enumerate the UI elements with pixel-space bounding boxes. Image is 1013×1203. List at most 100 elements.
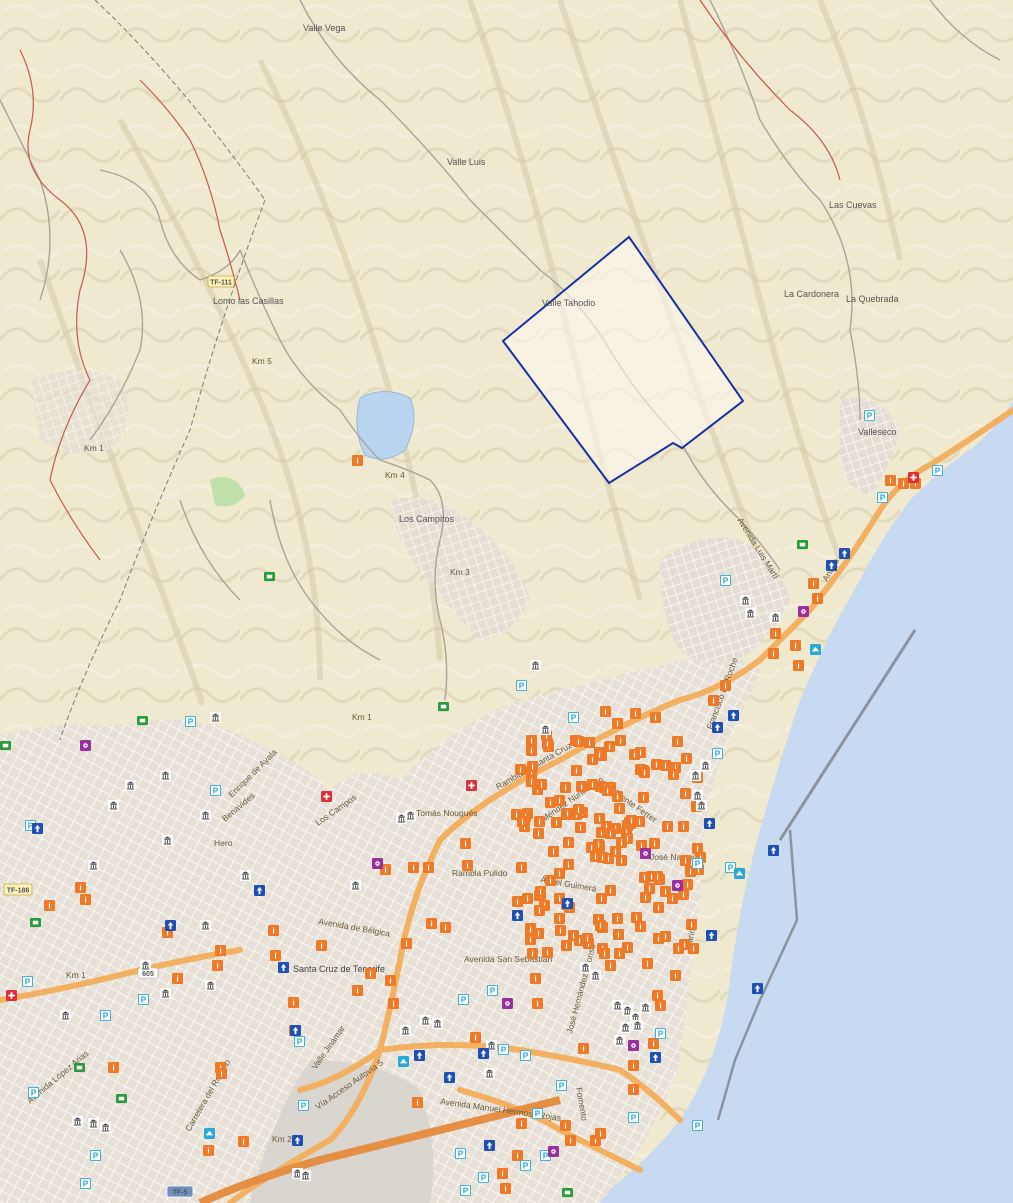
- parking-icon[interactable]: [294, 1036, 305, 1047]
- tourism-icon[interactable]: [562, 808, 573, 819]
- tourism-icon[interactable]: [575, 822, 586, 833]
- police-icon[interactable]: [752, 983, 763, 994]
- museum-icon[interactable]: [740, 595, 751, 606]
- tourism-icon[interactable]: [203, 1145, 214, 1156]
- tourism-icon[interactable]: [352, 985, 363, 996]
- police-icon[interactable]: [484, 1140, 495, 1151]
- tourism-icon[interactable]: [212, 960, 223, 971]
- parking-icon[interactable]: [556, 1080, 567, 1091]
- tourism-icon[interactable]: [605, 828, 616, 839]
- police-icon[interactable]: [768, 845, 779, 856]
- museum-icon[interactable]: [140, 960, 151, 971]
- tourism-icon[interactable]: [515, 764, 526, 775]
- tourism-icon[interactable]: [768, 648, 779, 659]
- tourism-icon[interactable]: [610, 846, 621, 857]
- tourism-icon[interactable]: [604, 741, 615, 752]
- police-icon[interactable]: [165, 920, 176, 931]
- hospital-icon[interactable]: [466, 780, 477, 791]
- museum-icon[interactable]: [770, 612, 781, 623]
- tourism-icon[interactable]: [573, 736, 584, 747]
- tourism-icon[interactable]: [526, 776, 537, 787]
- parking-icon[interactable]: [22, 976, 33, 987]
- bus-stop-icon[interactable]: [0, 741, 11, 751]
- tourism-icon[interactable]: [352, 455, 363, 466]
- tourism-icon[interactable]: [565, 1135, 576, 1146]
- tourism-icon[interactable]: [522, 893, 533, 904]
- museum-icon[interactable]: [540, 724, 551, 735]
- tourism-icon[interactable]: [639, 767, 650, 778]
- tourism-icon[interactable]: [526, 745, 537, 756]
- tourism-icon[interactable]: [527, 948, 538, 959]
- parking-icon[interactable]: [100, 1010, 111, 1021]
- tourism-icon[interactable]: [535, 886, 546, 897]
- tourism-icon[interactable]: [75, 882, 86, 893]
- tourism-icon[interactable]: [885, 475, 896, 486]
- tourism-icon[interactable]: [770, 628, 781, 639]
- tourism-icon[interactable]: [388, 998, 399, 1009]
- tourism-icon[interactable]: [526, 735, 537, 746]
- tourism-icon[interactable]: [516, 862, 527, 873]
- bus-stop-icon[interactable]: [438, 702, 449, 712]
- tourism-icon[interactable]: [613, 929, 624, 940]
- museum-icon[interactable]: [640, 1002, 651, 1013]
- tourism-icon[interactable]: [630, 708, 641, 719]
- tourism-icon[interactable]: [626, 815, 637, 826]
- tourism-icon[interactable]: [542, 947, 553, 958]
- museum-icon[interactable]: [590, 970, 601, 981]
- tourism-icon[interactable]: [576, 781, 587, 792]
- viewpoint-icon[interactable]: [640, 848, 651, 859]
- tourism-icon[interactable]: [595, 1128, 606, 1139]
- museum-icon[interactable]: [300, 1170, 311, 1181]
- museum-icon[interactable]: [160, 988, 171, 999]
- viewpoint-icon[interactable]: [548, 1146, 559, 1157]
- parking-icon[interactable]: [712, 748, 723, 759]
- museum-icon[interactable]: [420, 1015, 431, 1026]
- tourism-icon[interactable]: [44, 900, 55, 911]
- tourism-icon[interactable]: [668, 769, 679, 780]
- tourism-icon[interactable]: [440, 922, 451, 933]
- tourism-icon[interactable]: [584, 737, 595, 748]
- tourism-icon[interactable]: [385, 975, 396, 986]
- tourism-icon[interactable]: [560, 782, 571, 793]
- museum-icon[interactable]: [700, 760, 711, 771]
- museum-icon[interactable]: [580, 962, 591, 973]
- port-icon[interactable]: [734, 868, 745, 879]
- tourism-icon[interactable]: [642, 958, 653, 969]
- tourism-icon[interactable]: [548, 846, 559, 857]
- parking-icon[interactable]: [28, 1087, 39, 1098]
- tourism-icon[interactable]: [720, 680, 731, 691]
- tourism-icon[interactable]: [600, 706, 611, 717]
- museum-icon[interactable]: [530, 660, 541, 671]
- tourism-icon[interactable]: [80, 894, 91, 905]
- tourism-icon[interactable]: [631, 912, 642, 923]
- tourism-icon[interactable]: [462, 860, 473, 871]
- tourism-icon[interactable]: [644, 883, 655, 894]
- tourism-icon[interactable]: [460, 838, 471, 849]
- tourism-icon[interactable]: [555, 925, 566, 936]
- tourism-icon[interactable]: [652, 990, 663, 1001]
- tourism-icon[interactable]: [679, 939, 690, 950]
- tourism-icon[interactable]: [686, 919, 697, 930]
- parking-icon[interactable]: [877, 492, 888, 503]
- museum-icon[interactable]: [745, 608, 756, 619]
- police-icon[interactable]: [414, 1050, 425, 1061]
- tourism-icon[interactable]: [622, 833, 633, 844]
- bus-stop-icon[interactable]: [116, 1094, 127, 1104]
- parking-icon[interactable]: [210, 785, 221, 796]
- tourism-icon[interactable]: [270, 950, 281, 961]
- tourism-icon[interactable]: [605, 960, 616, 971]
- parking-icon[interactable]: [460, 1185, 471, 1196]
- tourism-icon[interactable]: [650, 712, 661, 723]
- police-icon[interactable]: [290, 1025, 301, 1036]
- police-icon[interactable]: [478, 1048, 489, 1059]
- tourism-icon[interactable]: [578, 1043, 589, 1054]
- tourism-icon[interactable]: [582, 933, 593, 944]
- tourism-icon[interactable]: [612, 718, 623, 729]
- museum-icon[interactable]: [690, 770, 701, 781]
- museum-icon[interactable]: [162, 835, 173, 846]
- tourism-icon[interactable]: [793, 660, 804, 671]
- viewpoint-icon[interactable]: [502, 998, 513, 1009]
- parking-icon[interactable]: [478, 1172, 489, 1183]
- tourism-icon[interactable]: [560, 1120, 571, 1131]
- tourism-icon[interactable]: [426, 918, 437, 929]
